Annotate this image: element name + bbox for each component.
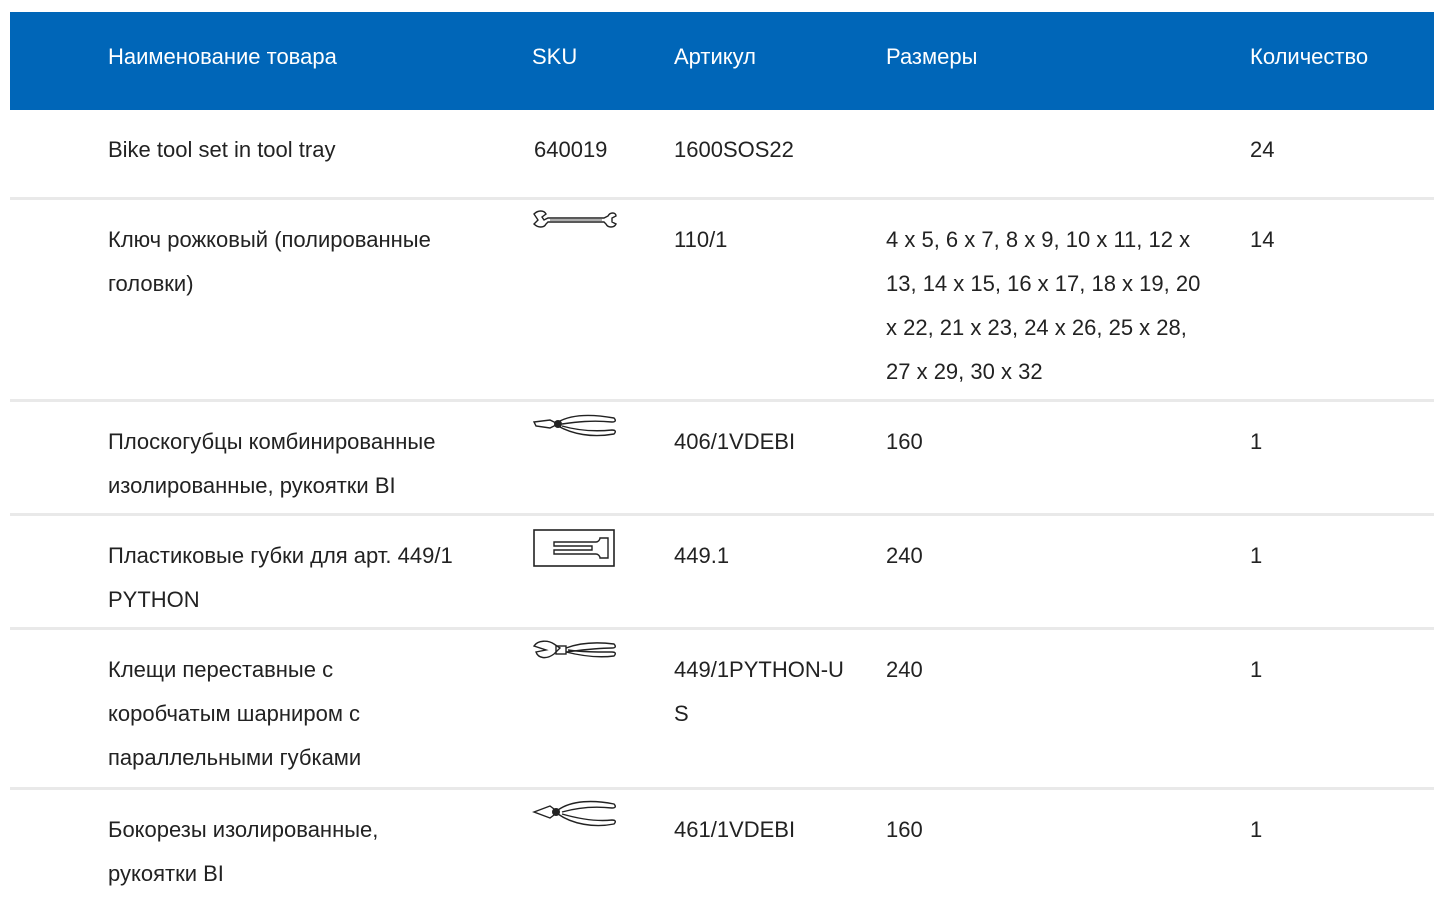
header-sizes: Размеры (886, 44, 978, 69)
cell-sizes: 240 (886, 657, 923, 682)
cell-sizes: 240 (886, 543, 923, 568)
header-quantity: Количество (1250, 44, 1369, 69)
cell-sku: 640019 (534, 137, 608, 162)
header-article: Артикул (674, 44, 757, 69)
table-header: Наименование товара SKU Артикул Размеры … (10, 12, 1434, 110)
cell-quantity: 1 (1250, 429, 1263, 454)
table-row: Плоскогубцы комбинированные изолированны… (10, 402, 1434, 516)
cell-quantity: 1 (1250, 657, 1263, 682)
cell-article: 1600SOS22 (674, 137, 794, 162)
cell-name: Клещи переставные с коробчатым шарниром … (108, 657, 362, 770)
cell-sizes: 4 x 5, 6 x 7, 8 x 9, 10 x 11, 12 x 13, 1… (886, 227, 1201, 384)
cell-sizes: 160 (886, 817, 923, 842)
cell-quantity: 1 (1250, 817, 1263, 842)
table-row: Ключ рожковый (полированные головки) 110… (10, 200, 1434, 402)
table-row: Пластиковые губки для арт. 449/1 PYTHON … (10, 516, 1434, 630)
cell-name: Ключ рожковый (полированные головки) (108, 227, 431, 296)
side-cutters-icon (532, 798, 618, 842)
cell-name: Бокорезы изолированные, рукоятки BI (108, 817, 379, 886)
cell-name: Пластиковые губки для арт. 449/1 PYTHON (108, 543, 453, 612)
cell-article: 461/1VDEBI (674, 817, 796, 842)
table-row: Клещи переставные с коробчатым шарниром … (10, 630, 1434, 790)
cell-name: Bike tool set in tool tray (108, 137, 336, 162)
cell-article: 449/1PYTHON-US (674, 657, 844, 726)
cell-name: Плоскогубцы комбинированные изолированны… (108, 429, 436, 498)
table-row: Bike tool set in tool tray 640019 1600SO… (10, 110, 1434, 200)
cell-quantity: 24 (1250, 137, 1275, 162)
adjustable-pliers-icon (532, 638, 618, 682)
cell-quantity: 1 (1250, 543, 1263, 568)
cell-article: 406/1VDEBI (674, 429, 796, 454)
cell-quantity: 14 (1250, 227, 1275, 252)
cell-article: 110/1 (674, 227, 728, 252)
header-name: Наименование товара (108, 44, 337, 69)
cell-article: 449.1 (674, 543, 730, 568)
product-table: Наименование товара SKU Артикул Размеры … (10, 12, 1434, 900)
header-sku: SKU (532, 44, 578, 69)
cell-sizes: 160 (886, 429, 923, 454)
combination-pliers-icon (532, 410, 618, 454)
open-end-wrench-icon (532, 208, 618, 252)
table-row: Бокорезы изолированные, рукоятки BI 461/… (10, 790, 1434, 900)
plastic-jaws-icon (532, 528, 618, 572)
